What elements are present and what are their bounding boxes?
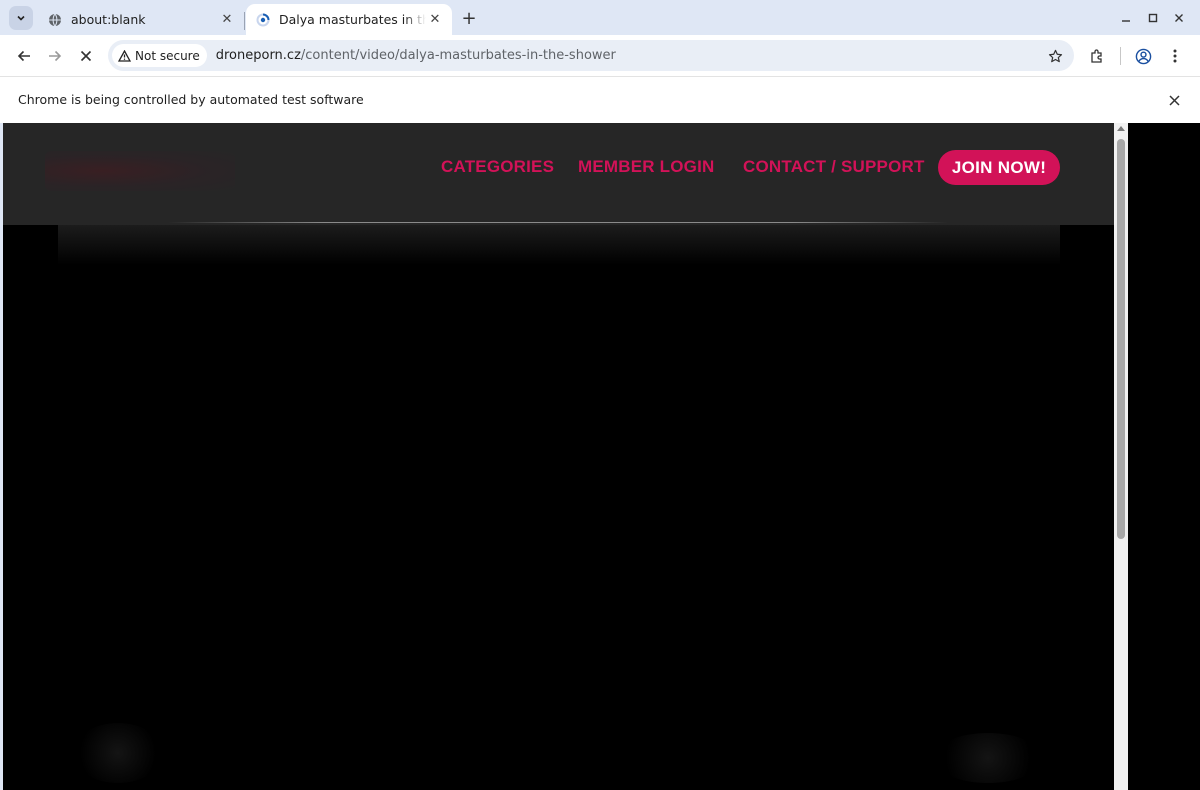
maximize-icon[interactable] — [1143, 8, 1163, 28]
nav-member-login[interactable]: MEMBER LOGIN — [578, 157, 715, 177]
join-now-button[interactable]: JOIN NOW! — [938, 150, 1060, 185]
account-icon — [1135, 48, 1151, 64]
tab-separator — [244, 12, 245, 30]
header-divider — [168, 222, 948, 223]
page-scrollbar[interactable] — [1114, 123, 1128, 790]
profile-button[interactable] — [1130, 43, 1156, 69]
warning-icon — [118, 49, 131, 62]
close-icon[interactable]: ✕ — [218, 11, 236, 29]
page-viewport: CATEGORIES MEMBER LOGIN CONTACT / SUPPOR… — [3, 123, 1114, 790]
browser-toolbar: Not secure droneporn.cz/content/video/da… — [0, 35, 1200, 76]
new-tab-button[interactable]: + — [458, 7, 480, 29]
infobar-message: Chrome is being controlled by automated … — [18, 92, 364, 107]
arrow-left-icon — [17, 50, 30, 62]
scroll-thumb[interactable] — [1117, 139, 1125, 539]
hero-area — [58, 225, 1060, 265]
dim-shape — [73, 723, 163, 783]
address-bar[interactable]: Not secure droneporn.cz/content/video/da… — [108, 40, 1074, 71]
nav-categories[interactable]: CATEGORIES — [441, 157, 554, 177]
nav-contact-support[interactable]: CONTACT / SUPPORT — [743, 157, 925, 177]
close-icon[interactable]: ✕ — [426, 11, 444, 29]
dim-shape — [933, 733, 1043, 783]
tab-search-button[interactable] — [9, 6, 33, 30]
back-button[interactable] — [11, 43, 37, 69]
loading-spinner-icon — [255, 12, 271, 28]
url-text[interactable]: droneporn.cz/content/video/dalya-masturb… — [216, 48, 616, 63]
site-header: CATEGORIES MEMBER LOGIN CONTACT / SUPPOR… — [3, 123, 1114, 225]
more-vert-icon — [1173, 49, 1177, 63]
url-path: /content/video/dalya-masturbates-in-the-… — [300, 48, 616, 63]
globe-icon — [47, 12, 63, 28]
extensions-button[interactable] — [1084, 43, 1110, 69]
tab-title: Dalya masturbates in the shower — [279, 12, 426, 27]
puzzle-icon — [1091, 49, 1102, 63]
security-label: Not secure — [135, 48, 200, 63]
minimize-icon[interactable] — [1116, 8, 1136, 28]
scroll-up-arrow-icon[interactable] — [1117, 126, 1125, 131]
menu-button[interactable] — [1162, 43, 1188, 69]
tab-title: about:blank — [71, 12, 146, 27]
stop-loading-button[interactable] — [73, 43, 99, 69]
url-domain: droneporn.cz — [215, 48, 301, 63]
toolbar-divider — [1120, 47, 1121, 65]
bookmark-star-icon[interactable] — [1046, 47, 1064, 65]
page-right-area — [1128, 123, 1200, 790]
chevron-down-icon — [17, 15, 25, 21]
tab-strip: about:blank ✕ Dalya masturbates in the s… — [0, 0, 1200, 35]
security-chip[interactable]: Not secure — [112, 44, 207, 67]
automation-infobar: Chrome is being controlled by automated … — [0, 76, 1200, 123]
forward-button[interactable] — [42, 43, 68, 69]
site-logo[interactable] — [45, 151, 235, 191]
window-close-icon[interactable] — [1169, 8, 1189, 28]
arrow-right-icon — [49, 50, 62, 62]
tab-active-video[interactable]: Dalya masturbates in the shower ✕ — [246, 4, 452, 35]
close-icon — [80, 50, 92, 62]
tab-about-blank[interactable]: about:blank ✕ — [38, 4, 244, 35]
close-icon[interactable] — [1165, 91, 1183, 109]
